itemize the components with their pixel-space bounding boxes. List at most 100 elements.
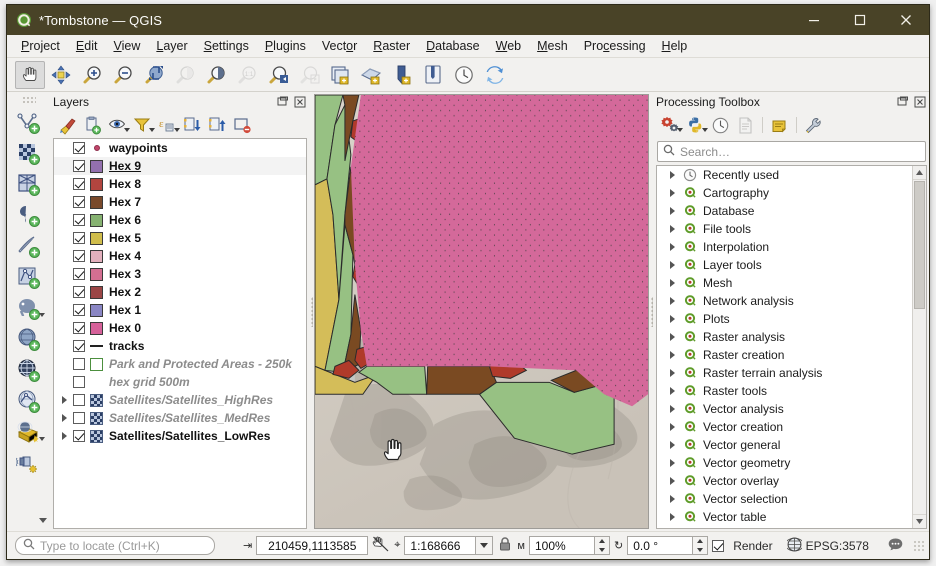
new-3d-map-view-button[interactable]: [356, 61, 386, 89]
add-point-cloud-layer-button[interactable]: [12, 262, 46, 293]
layer-row[interactable]: Hex 5: [54, 229, 306, 247]
add-wms-wmts-layer-button[interactable]: [12, 355, 46, 386]
expand-arrow-icon[interactable]: [666, 241, 679, 254]
add-spatialite-layer-button[interactable]: [12, 324, 46, 355]
processing-search-input[interactable]: Search…: [657, 141, 926, 162]
add-postgis-layer-button[interactable]: [12, 293, 46, 324]
layer-visibility-checkbox[interactable]: [73, 394, 85, 406]
expand-arrow-icon[interactable]: [666, 493, 679, 506]
locator-input[interactable]: Type to locate (Ctrl+K): [15, 536, 215, 555]
scale-combo[interactable]: 1:168666: [404, 536, 494, 555]
remove-layer-button[interactable]: [230, 113, 255, 137]
manage-map-themes-button[interactable]: [105, 113, 130, 137]
close-dock-icon[interactable]: [293, 95, 307, 109]
new-virtual-layer-button[interactable]: [12, 448, 46, 479]
algorithm-group-row[interactable]: Layer tools: [657, 256, 912, 274]
pan-map-button[interactable]: [15, 60, 45, 89]
layer-row[interactable]: hex grid 500m: [54, 373, 306, 391]
layer-visibility-checkbox[interactable]: [73, 322, 85, 334]
menu-project[interactable]: Project: [13, 36, 68, 57]
expand-all-button[interactable]: [180, 113, 205, 137]
layer-row[interactable]: tracks: [54, 337, 306, 355]
expand-arrow-icon[interactable]: [58, 394, 71, 407]
menu-edit[interactable]: Edit: [68, 36, 106, 57]
open-models-button[interactable]: [658, 113, 683, 137]
zoom-to-layer-button[interactable]: [201, 61, 231, 89]
algorithm-group-row[interactable]: Raster terrain analysis: [657, 364, 912, 382]
float-dock-icon[interactable]: [276, 95, 290, 109]
rotation-stepper[interactable]: [693, 536, 709, 555]
menu-web[interactable]: Web: [488, 36, 529, 57]
zoom-out-button[interactable]: [108, 61, 138, 89]
layer-visibility-checkbox[interactable]: [73, 430, 85, 442]
float-dock-icon[interactable]: [896, 95, 910, 109]
filter-legend-button[interactable]: [130, 113, 155, 137]
layer-visibility-checkbox[interactable]: [73, 232, 85, 244]
scrollbar-thumb[interactable]: [914, 181, 925, 309]
layer-row[interactable]: waypoints: [54, 139, 306, 157]
magnifier-spinbox[interactable]: 100%: [528, 536, 610, 555]
menu-database[interactable]: Database: [418, 36, 488, 57]
expand-arrow-icon[interactable]: [666, 295, 679, 308]
expand-arrow-icon[interactable]: [666, 421, 679, 434]
layer-visibility-checkbox[interactable]: [73, 340, 85, 352]
menu-help[interactable]: Help: [654, 36, 696, 57]
layout-manager-button[interactable]: [418, 61, 448, 89]
refresh-button[interactable]: [480, 61, 510, 89]
layer-visibility-checkbox[interactable]: [73, 376, 85, 388]
processing-algorithm-tree[interactable]: Recently used Cartography Database File too…: [656, 165, 927, 529]
algorithm-group-row[interactable]: Network analysis: [657, 292, 912, 310]
options-button[interactable]: [801, 113, 826, 137]
menu-view[interactable]: View: [105, 36, 148, 57]
stepper-up-icon[interactable]: [693, 537, 707, 546]
layer-visibility-checkbox[interactable]: [73, 412, 85, 424]
expand-arrow-icon[interactable]: [58, 430, 71, 443]
zoom-in-button[interactable]: [77, 61, 107, 89]
stepper-up-icon[interactable]: [595, 537, 609, 546]
coordinate-capture-icon[interactable]: [372, 535, 390, 556]
algorithm-group-row[interactable]: Vector overlay: [657, 472, 912, 490]
algorithm-group-row[interactable]: Vector analysis: [657, 400, 912, 418]
expand-arrow-icon[interactable]: [666, 187, 679, 200]
add-raster-layer-button[interactable]: [12, 138, 46, 169]
layer-row[interactable]: Hex 3: [54, 265, 306, 283]
algorithm-group-row[interactable]: Mesh: [657, 274, 912, 292]
layer-visibility-checkbox[interactable]: [73, 178, 85, 190]
layer-visibility-checkbox[interactable]: [73, 268, 85, 280]
expand-arrow-icon[interactable]: [666, 313, 679, 326]
expand-arrow-icon[interactable]: [666, 169, 679, 182]
algorithm-group-row[interactable]: Vector selection: [657, 490, 912, 508]
expand-arrow-icon[interactable]: [666, 259, 679, 272]
layer-visibility-checkbox[interactable]: [73, 214, 85, 226]
layer-row[interactable]: Hex 4: [54, 247, 306, 265]
algorithm-group-row[interactable]: Plots: [657, 310, 912, 328]
layer-row[interactable]: Satellites/Satellites_MedRes: [54, 409, 306, 427]
minimize-icon[interactable]: [791, 5, 837, 35]
zoom-full-button[interactable]: [139, 61, 169, 89]
menu-raster[interactable]: Raster: [365, 36, 418, 57]
layer-row[interactable]: Hex 2: [54, 283, 306, 301]
menu-vector[interactable]: Vector: [314, 36, 365, 57]
expand-arrow-icon[interactable]: [666, 457, 679, 470]
maximize-icon[interactable]: [837, 5, 883, 35]
layer-row[interactable]: Park and Protected Areas - 250k: [54, 355, 306, 373]
resize-grip[interactable]: [913, 539, 925, 552]
toolbar-overflow-icon[interactable]: [39, 518, 47, 523]
pan-to-selection-button[interactable]: [46, 61, 76, 89]
scroll-down-button[interactable]: [913, 514, 926, 528]
expand-arrow-icon[interactable]: [666, 385, 679, 398]
layer-visibility-checkbox[interactable]: [73, 142, 85, 154]
magnifier-stepper[interactable]: [594, 536, 610, 555]
algorithm-group-row[interactable]: Interpolation: [657, 238, 912, 256]
chevron-down-icon[interactable]: [39, 437, 45, 441]
layer-row[interactable]: Hex 6: [54, 211, 306, 229]
algorithm-group-row[interactable]: Vector geometry: [657, 454, 912, 472]
algorithm-group-row[interactable]: Raster analysis: [657, 328, 912, 346]
algorithm-group-row[interactable]: Vector creation: [657, 418, 912, 436]
algorithm-group-row[interactable]: Recently used: [657, 166, 912, 184]
crs-value[interactable]: EPSG:3578: [806, 539, 869, 553]
algorithm-group-row[interactable]: Cartography: [657, 184, 912, 202]
add-mesh-layer-button[interactable]: [12, 169, 46, 200]
new-map-view-button[interactable]: [325, 61, 355, 89]
new-print-layout-button[interactable]: [387, 61, 417, 89]
